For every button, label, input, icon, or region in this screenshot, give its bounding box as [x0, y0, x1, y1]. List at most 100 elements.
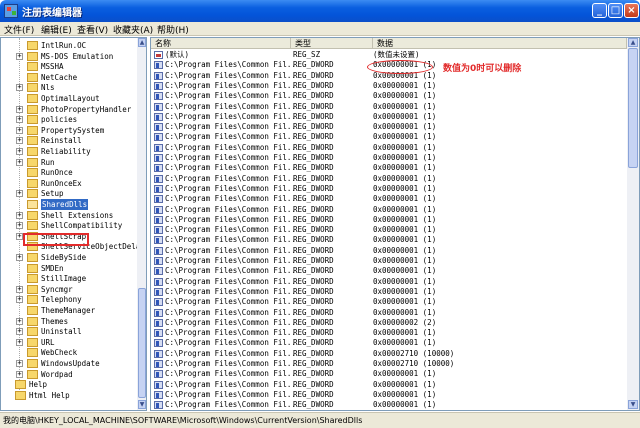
- value-row[interactable]: C:\Program Files\Common Fil... REG_DWORD 0…: [151, 308, 627, 319]
- tree-item[interactable]: NetCache: [1, 72, 137, 83]
- value-row[interactable]: C:\Program Files\Common Fil... REG_DWORD 0…: [151, 318, 627, 329]
- value-row[interactable]: C:\Program Files\Common Fil... REG_DWORD 0…: [151, 266, 627, 277]
- tree-item[interactable]: + policies: [1, 114, 137, 125]
- value-row[interactable]: C:\Program Files\Common Fil... REG_DWORD 0…: [151, 380, 627, 391]
- menu-view[interactable]: 查看(V): [77, 23, 108, 36]
- menu-edit[interactable]: 编辑(E): [41, 23, 72, 36]
- tree-item[interactable]: + Reliability: [1, 146, 137, 157]
- value-row[interactable]: C:\Program Files\Common Fil... REG_DWORD 0…: [151, 184, 627, 195]
- tree-scrollbar[interactable]: ▲ ▼: [137, 38, 146, 410]
- column-type-header[interactable]: 类型: [291, 38, 373, 49]
- value-row[interactable]: C:\Program Files\Common Fil... REG_DWORD 0…: [151, 246, 627, 257]
- scroll-down-arrow-icon[interactable]: ▼: [628, 400, 638, 409]
- tree-item[interactable]: + Run: [1, 157, 137, 168]
- expand-icon[interactable]: +: [16, 338, 23, 346]
- menu-file[interactable]: 文件(F): [4, 23, 34, 36]
- value-row[interactable]: C:\Program Files\Common Fil... REG_DWORD 0…: [151, 277, 627, 288]
- value-row[interactable]: C:\Program Files\Common Fil... REG_DWORD 0…: [151, 102, 627, 113]
- expand-icon[interactable]: +: [16, 137, 23, 145]
- value-row[interactable]: C:\Program Files\Common Fil... REG_DWORD 0…: [151, 112, 627, 123]
- value-row[interactable]: C:\Program Files\Common Fil... REG_DWORD 0…: [151, 174, 627, 185]
- menu-favorites[interactable]: 收藏夹(A): [113, 23, 153, 36]
- value-row[interactable]: C:\Program Files\Common Fil... REG_DWORD 0…: [151, 235, 627, 246]
- expand-icon[interactable]: +: [16, 211, 23, 219]
- tree-item[interactable]: + Wordpad: [1, 369, 137, 380]
- tree-item[interactable]: + Uninstall: [1, 326, 137, 337]
- value-row[interactable]: C:\Program Files\Common Fil... REG_DWORD 0…: [151, 287, 627, 298]
- expand-icon[interactable]: +: [16, 126, 23, 134]
- expand-icon[interactable]: +: [16, 84, 23, 92]
- tree-item[interactable]: + Syncmgr: [1, 284, 137, 295]
- expand-icon[interactable]: +: [16, 158, 23, 166]
- tree-item[interactable]: SMDEn: [1, 263, 137, 274]
- value-row[interactable]: C:\Program Files\Common Fil... REG_DWORD 0…: [151, 81, 627, 92]
- value-row[interactable]: C:\Program Files\Common Fil... REG_DWORD 0…: [151, 225, 627, 236]
- value-row[interactable]: (默认) REG_SZ (数值未设置): [151, 50, 627, 61]
- value-row[interactable]: C:\Program Files\Common Fil... REG_DWORD 0…: [151, 349, 627, 360]
- value-row[interactable]: C:\Program Files\Common Fil... REG_DWORD 0…: [151, 91, 627, 102]
- expand-icon[interactable]: +: [16, 328, 23, 336]
- value-row[interactable]: C:\Program Files\Common Fil... REG_DWORD 0…: [151, 143, 627, 154]
- tree-item[interactable]: + Nls: [1, 82, 137, 93]
- value-row[interactable]: C:\Program Files\Common Fil... REG_DWORD 0…: [151, 194, 627, 205]
- tree-item[interactable]: Html Help: [1, 390, 125, 401]
- scroll-down-arrow-icon[interactable]: ▼: [138, 400, 146, 409]
- menu-help[interactable]: 帮助(H): [157, 23, 189, 36]
- values-scrollbar[interactable]: ▲ ▼: [627, 38, 639, 410]
- tree-item[interactable]: + Shell Extensions: [1, 210, 137, 221]
- tree-item[interactable]: IntlRun.OC: [1, 40, 137, 51]
- column-name-header[interactable]: 名称: [151, 38, 291, 49]
- value-row[interactable]: C:\Program Files\Common Fil... REG_DWORD 0…: [151, 297, 627, 308]
- expand-icon[interactable]: +: [16, 148, 23, 155]
- minimize-button[interactable]: _: [592, 3, 607, 18]
- tree-item[interactable]: + Telephony: [1, 294, 137, 305]
- tree-item[interactable]: MSSHA: [1, 61, 137, 72]
- tree-item[interactable]: + MS-DOS Emulation: [1, 51, 137, 62]
- value-row[interactable]: C:\Program Files\Common Fil... REG_DWORD 0…: [151, 390, 627, 401]
- tree-item[interactable]: OptimalLayout: [1, 93, 137, 104]
- tree-item[interactable]: + ShellCompatibility: [1, 220, 137, 231]
- expand-icon[interactable]: +: [16, 360, 23, 367]
- value-row[interactable]: C:\Program Files\Common Fil... REG_DWORD 0…: [151, 163, 627, 174]
- tree-item[interactable]: + PropertySystem: [1, 125, 137, 136]
- expand-icon[interactable]: +: [16, 254, 23, 261]
- expand-icon[interactable]: +: [16, 190, 23, 198]
- tree-scroll-thumb[interactable]: [138, 288, 146, 398]
- value-row[interactable]: C:\Program Files\Common Fil... REG_DWORD 0…: [151, 369, 627, 380]
- tree-item[interactable]: + Reinstall: [1, 135, 137, 146]
- value-row[interactable]: C:\Program Files\Common Fil... REG_DWORD 0…: [151, 328, 627, 339]
- tree-item[interactable]: + Themes: [1, 316, 137, 327]
- scroll-up-arrow-icon[interactable]: ▲: [628, 38, 638, 47]
- value-row[interactable]: C:\Program Files\Common Fil... REG_DWORD 0…: [151, 153, 627, 164]
- expand-icon[interactable]: +: [16, 232, 23, 240]
- tree-item[interactable]: + PhotoPropertyHandler: [1, 104, 137, 115]
- tree-item[interactable]: SharedDlls: [1, 199, 137, 210]
- tree-item[interactable]: Help: [1, 379, 125, 390]
- tree-item[interactable]: RunOnceEx: [1, 178, 137, 189]
- tree-item[interactable]: WebCheck: [1, 347, 137, 358]
- tree-item[interactable]: ThemeManager: [1, 305, 137, 316]
- tree-item[interactable]: RunOnce: [1, 167, 137, 178]
- value-row[interactable]: C:\Program Files\Common Fil... REG_DWORD 0…: [151, 132, 627, 143]
- expand-icon[interactable]: +: [16, 317, 23, 325]
- value-row[interactable]: C:\Program Files\Common Fil... REG_DWORD 0…: [151, 400, 627, 410]
- tree-item[interactable]: + SideBySide: [1, 252, 137, 263]
- expand-icon[interactable]: +: [16, 52, 23, 60]
- expand-icon[interactable]: +: [16, 222, 23, 230]
- value-row[interactable]: C:\Program Files\Common Fil... REG_DWORD 0…: [151, 256, 627, 267]
- scroll-up-arrow-icon[interactable]: ▲: [138, 38, 146, 47]
- value-row[interactable]: C:\Program Files\Common Fil... REG_DWORD 0…: [151, 359, 627, 370]
- expand-icon[interactable]: +: [16, 285, 23, 293]
- value-row[interactable]: C:\Program Files\Common Fil... REG_DWORD 0…: [151, 338, 627, 349]
- close-button[interactable]: ×: [624, 3, 639, 18]
- column-data-header[interactable]: 数据: [373, 38, 627, 49]
- tree-item[interactable]: + Setup: [1, 188, 137, 199]
- maximize-button[interactable]: □: [608, 3, 623, 18]
- expand-icon[interactable]: +: [16, 370, 23, 378]
- value-row[interactable]: C:\Program Files\Common Fil... REG_DWORD 0…: [151, 122, 627, 133]
- expand-icon[interactable]: +: [16, 296, 23, 304]
- value-row[interactable]: C:\Program Files\Common Fil... REG_DWORD 0…: [151, 205, 627, 216]
- tree-item[interactable]: StillImage: [1, 273, 137, 284]
- values-scroll-thumb[interactable]: [628, 48, 638, 168]
- tree-item[interactable]: + WindowsUpdate: [1, 358, 137, 369]
